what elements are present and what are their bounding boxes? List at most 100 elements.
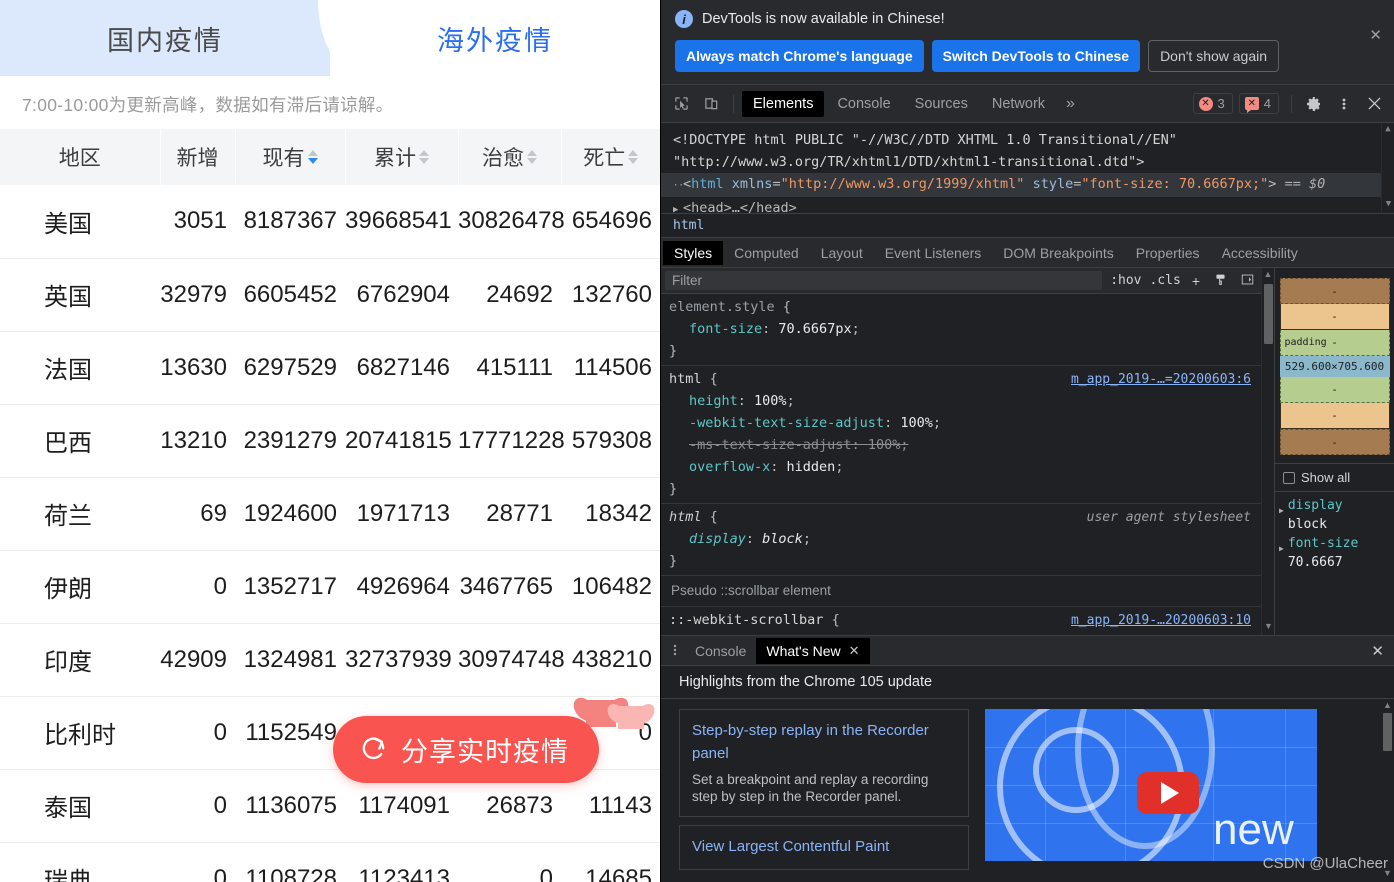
- whats-new-card[interactable]: View Largest Contentful Paint: [679, 825, 969, 870]
- th-region[interactable]: 地区: [0, 129, 161, 185]
- more-tabs-icon[interactable]: »: [1058, 91, 1083, 117]
- tab-overseas[interactable]: 海外疫情: [330, 0, 660, 76]
- tab-sources[interactable]: Sources: [904, 91, 979, 117]
- stylesheet-origin-link[interactable]: m_app_2019-…=20200603:6: [1071, 369, 1251, 391]
- box-model-padding-top[interactable]: padding -: [1279, 330, 1390, 356]
- rule-selector[interactable]: html: [669, 371, 702, 387]
- tab-event-listeners[interactable]: Event Listeners: [874, 241, 993, 265]
- table-row[interactable]: 巴西 13210 2391279 20741815 17771228 579308: [0, 404, 660, 478]
- tab-properties[interactable]: Properties: [1125, 241, 1211, 265]
- css-value[interactable]: hidden: [787, 459, 836, 475]
- css-value[interactable]: 0: [746, 634, 754, 635]
- tab-network[interactable]: Network: [981, 91, 1056, 117]
- whats-new-card-title[interactable]: View Largest Contentful Paint: [692, 835, 956, 858]
- css-value[interactable]: 100%: [900, 415, 933, 431]
- th-current[interactable]: 现有: [235, 129, 346, 185]
- close-devtools-icon[interactable]: [1360, 91, 1388, 117]
- dom-selected-node[interactable]: ···<html xmlns="http://www.w3.org/1999/x…: [661, 173, 1394, 197]
- close-icon[interactable]: ✕: [849, 643, 860, 659]
- scroll-down-icon[interactable]: ▼: [1382, 198, 1394, 211]
- box-model-padding-bottom[interactable]: -: [1279, 377, 1390, 403]
- gear-icon[interactable]: [1300, 91, 1328, 117]
- share-realtime-button[interactable]: 分享实时疫情: [333, 716, 599, 783]
- tab-layout[interactable]: Layout: [810, 241, 874, 265]
- whats-new-card-title[interactable]: Step-by-step replay in the Recorder pane…: [692, 719, 956, 765]
- sort-arrows-icon[interactable]: [419, 150, 429, 164]
- box-model-margin-top[interactable]: -: [1279, 278, 1390, 304]
- box-model-content[interactable]: 529.600×705.600: [1279, 356, 1390, 377]
- checkbox-icon[interactable]: [1283, 471, 1295, 484]
- css-property[interactable]: overflow-x: [669, 459, 770, 475]
- table-row[interactable]: 美国 3051 8187367 39668541 30826478 654696: [0, 185, 660, 259]
- tab-dom-breakpoints[interactable]: DOM Breakpoints: [992, 241, 1124, 265]
- dom-head-node[interactable]: ▶ <head>…</head>: [661, 197, 1394, 213]
- inspect-element-icon[interactable]: [667, 91, 695, 117]
- box-model-border-bottom[interactable]: -: [1279, 403, 1390, 429]
- css-value[interactable]: 70.6667px: [778, 321, 851, 337]
- chevron-right-icon[interactable]: ▶: [1279, 534, 1284, 572]
- table-row[interactable]: 荷兰 69 1924600 1971713 28771 18342: [0, 477, 660, 551]
- th-deaths[interactable]: 死亡: [561, 129, 660, 185]
- th-cured[interactable]: 治愈: [458, 129, 562, 185]
- tab-accessibility[interactable]: Accessibility: [1211, 241, 1309, 265]
- table-row[interactable]: 印度 42909 1324981 32737939 30974748 438210: [0, 623, 660, 697]
- switch-to-chinese-button[interactable]: Switch DevTools to Chinese: [931, 40, 1141, 72]
- errors-badge[interactable]: ✕ 3: [1192, 93, 1233, 114]
- scroll-down-icon[interactable]: ▼: [1262, 620, 1275, 633]
- tab-computed[interactable]: Computed: [723, 241, 810, 265]
- th-total[interactable]: 累计: [345, 129, 459, 185]
- cls-toggle[interactable]: .cls: [1150, 273, 1181, 288]
- box-model-border-top[interactable]: -: [1279, 304, 1390, 330]
- th-new[interactable]: 新增: [160, 129, 236, 185]
- tab-styles[interactable]: Styles: [663, 240, 724, 265]
- css-property[interactable]: width: [669, 634, 730, 635]
- expand-triangle-icon[interactable]: ···: [673, 175, 689, 197]
- whats-new-card[interactable]: Step-by-step replay in the Recorder pane…: [679, 709, 969, 817]
- stylesheet-origin-link[interactable]: m_app_2019-…20200603:10: [1071, 610, 1251, 632]
- styles-filter-input[interactable]: [665, 271, 1103, 290]
- always-match-language-button[interactable]: Always match Chrome's language: [675, 40, 924, 72]
- styles-scrollbar[interactable]: ▲ ▼: [1261, 268, 1274, 635]
- tab-domestic[interactable]: 国内疫情: [0, 0, 330, 76]
- plus-icon[interactable]: +: [1189, 273, 1203, 289]
- scrollbar-thumb[interactable]: [1383, 713, 1392, 751]
- sort-arrows-icon[interactable]: [527, 150, 537, 164]
- close-icon[interactable]: ✕: [1369, 28, 1382, 43]
- box-model-margin-bottom[interactable]: -: [1279, 429, 1390, 455]
- chevron-right-icon[interactable]: ▶: [1279, 496, 1284, 534]
- more-options-icon[interactable]: [1330, 91, 1358, 117]
- css-property[interactable]: font-size: [669, 321, 762, 337]
- computed-property-row[interactable]: ▶ display block: [1277, 496, 1392, 534]
- tab-elements[interactable]: Elements: [742, 90, 825, 117]
- close-drawer-icon[interactable]: ✕: [1361, 642, 1394, 660]
- table-row[interactable]: 伊朗 0 1352717 4926964 3467765 106482: [0, 550, 660, 624]
- dont-show-again-button[interactable]: Don't show again: [1148, 40, 1280, 72]
- youtube-play-icon[interactable]: [1137, 772, 1199, 814]
- table-row[interactable]: 英国 32979 6605452 6762904 24692 132760: [0, 258, 660, 332]
- tab-console[interactable]: Console: [826, 91, 901, 117]
- css-property[interactable]: -webkit-text-size-adjust: [669, 415, 884, 431]
- scrollbar-thumb[interactable]: [1264, 284, 1273, 344]
- rule-selector[interactable]: element.style: [669, 299, 775, 315]
- css-value[interactable]: 100%: [754, 393, 787, 409]
- breadcrumb[interactable]: html: [661, 213, 1394, 238]
- scroll-up-icon[interactable]: ▲: [1262, 268, 1274, 281]
- table-row[interactable]: 瑞典 0 1108728 1123413 0 14685: [0, 842, 660, 882]
- chevron-right-icon[interactable]: ▶: [673, 199, 683, 213]
- dom-scrollbar[interactable]: ▲ ▼: [1381, 123, 1394, 213]
- device-toolbar-icon[interactable]: [697, 91, 725, 117]
- table-row[interactable]: 法国 13630 6297529 6827146 415111 114506: [0, 331, 660, 405]
- computed-property-row[interactable]: ▶ font-size 70.6667: [1277, 534, 1392, 572]
- css-declaration-struck[interactable]: -ms-text-size-adjust: 100%;: [669, 437, 908, 453]
- scroll-up-icon[interactable]: ▲: [1382, 123, 1394, 136]
- hov-toggle[interactable]: :hov: [1110, 273, 1141, 288]
- scroll-up-icon[interactable]: ▲: [1381, 699, 1394, 712]
- rule-selector[interactable]: ::-webkit-scrollbar: [669, 612, 823, 628]
- css-property[interactable]: height: [669, 393, 738, 409]
- drawer-tab-whats-new[interactable]: What's New ✕: [756, 637, 870, 664]
- paint-brush-icon[interactable]: [1211, 273, 1230, 289]
- show-all-checkbox-row[interactable]: Show all: [1275, 463, 1394, 492]
- whats-new-video-thumbnail[interactable]: new: [985, 709, 1317, 861]
- more-options-icon[interactable]: [665, 643, 685, 659]
- sort-arrows-icon[interactable]: [307, 150, 318, 164]
